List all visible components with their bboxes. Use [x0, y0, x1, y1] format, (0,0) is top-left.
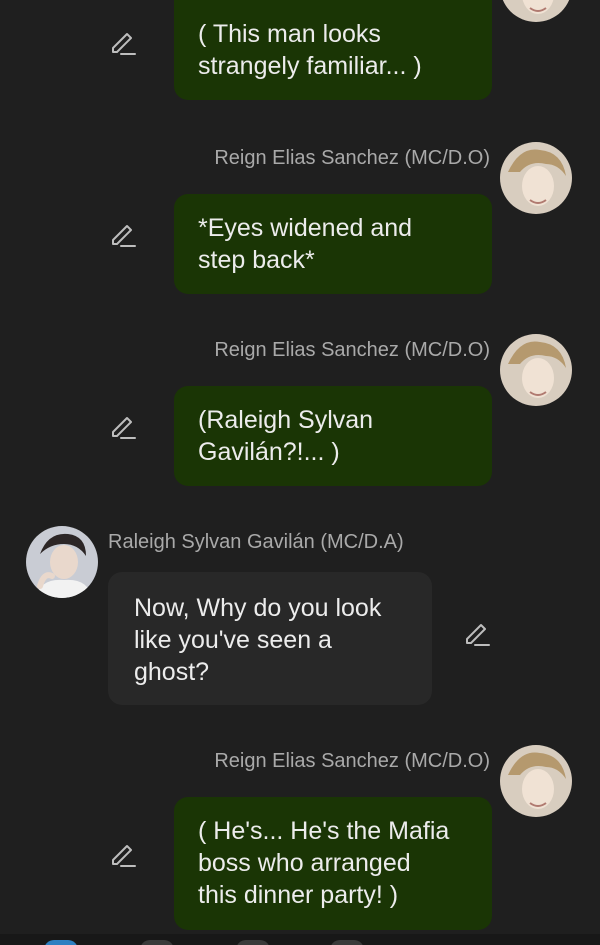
edit-icon[interactable] [108, 410, 138, 440]
edit-icon[interactable] [108, 218, 138, 248]
message-bubble[interactable]: ( This man looks strangely familiar... ) [174, 0, 492, 100]
nav-icon[interactable] [140, 940, 174, 945]
avatar-reign[interactable] [500, 0, 572, 22]
sender-name: Raleigh Sylvan Gavilán (MC/D.A) [108, 531, 404, 553]
sender-name: Reign Elias Sanchez (MC/D.O) [214, 147, 490, 169]
avatar-reign[interactable] [500, 334, 572, 406]
edit-icon[interactable] [108, 838, 138, 868]
bottom-nav-bar [0, 934, 600, 945]
avatar-reign[interactable] [500, 142, 572, 214]
sender-name: Reign Elias Sanchez (MC/D.O) [214, 339, 490, 361]
message-bubble[interactable]: ( He's... He's the Mafia boss who arrang… [174, 797, 492, 930]
nav-icon[interactable] [330, 940, 364, 945]
nav-icon[interactable] [236, 940, 270, 945]
message-bubble[interactable]: *Eyes widened and step back* [174, 194, 492, 294]
avatar-raleigh[interactable] [26, 526, 98, 598]
avatar-reign[interactable] [500, 745, 572, 817]
chat-screen: ( This man looks strangely familiar... )… [0, 0, 600, 945]
edit-icon[interactable] [108, 26, 138, 56]
sender-name: Reign Elias Sanchez (MC/D.O) [214, 750, 490, 772]
message-bubble[interactable]: (Raleigh Sylvan Gavilán?!... ) [174, 386, 492, 486]
edit-icon[interactable] [462, 617, 492, 647]
nav-icon[interactable] [44, 940, 78, 945]
message-bubble[interactable]: Now, Why do you look like you've seen a … [108, 572, 432, 705]
